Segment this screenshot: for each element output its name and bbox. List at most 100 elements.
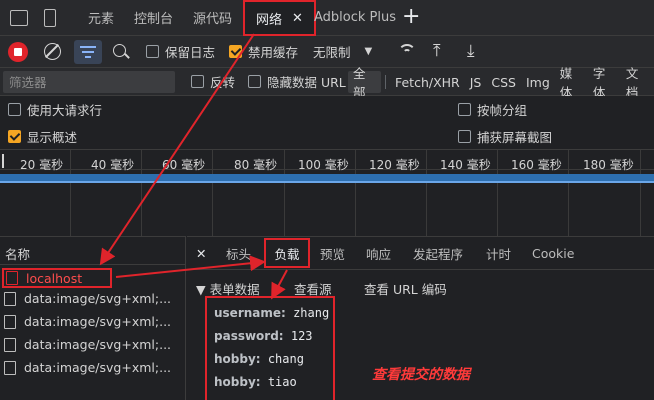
- tab-preview[interactable]: 预览: [320, 236, 345, 270]
- filter-row: 筛选器 反转 隐藏数据 URL 全部 Fetch/XHR JS CSS Img …: [0, 66, 654, 100]
- record-icon[interactable]: [8, 42, 28, 62]
- timeline-tick-label: 160 毫秒: [511, 158, 562, 172]
- checkbox-box[interactable]: [458, 129, 471, 143]
- checkbox-label: 禁用缓存: [248, 45, 299, 60]
- filter-input[interactable]: 筛选器: [3, 70, 175, 93]
- filter-type-css[interactable]: CSS: [486, 75, 521, 90]
- checkbox-label: 反转: [210, 75, 236, 90]
- checkbox-box[interactable]: [458, 102, 471, 116]
- image-file-icon: [4, 360, 16, 375]
- tab-initiator[interactable]: 发起程序: [413, 236, 463, 270]
- tab-label: Adblock Plus: [314, 10, 397, 25]
- form-key: password:: [214, 329, 284, 343]
- list-item[interactable]: data:image/svg+xml;...: [4, 360, 171, 375]
- image-file-icon: [4, 314, 16, 329]
- filter-type-all[interactable]: 全部: [348, 66, 382, 100]
- checkbox-box[interactable]: [229, 45, 242, 58]
- invert-checkbox[interactable]: 反转: [191, 68, 235, 96]
- chevron-down-icon: ▼: [364, 46, 373, 57]
- list-item[interactable]: data:image/svg+xml;...: [4, 314, 171, 329]
- request-name: data:image/svg+xml;...: [24, 360, 172, 375]
- tab-label: 网络: [256, 12, 283, 28]
- image-file-icon: [4, 337, 16, 352]
- request-name: localhost: [26, 270, 83, 286]
- filter-type-js[interactable]: JS: [465, 75, 487, 90]
- close-detail-icon[interactable]: ✕: [196, 236, 206, 270]
- timeline-tick-label: 100 毫秒: [298, 158, 349, 172]
- form-value: chang: [267, 352, 304, 366]
- throttling-value: 无限制: [313, 45, 351, 60]
- divider: [385, 75, 386, 89]
- annotation-text: 查看提交的数据: [372, 367, 470, 383]
- export-har-icon[interactable]: ⤓: [467, 41, 475, 61]
- close-icon[interactable]: ✕: [292, 11, 303, 26]
- name-column-header[interactable]: 名称: [5, 244, 30, 263]
- form-field: hobby: chang: [214, 352, 304, 366]
- checkbox-box[interactable]: [146, 45, 159, 58]
- group-by-frame-checkbox[interactable]: 按帧分组: [458, 96, 527, 122]
- form-field: password: 123: [214, 329, 313, 343]
- resource-type-filters: 全部 Fetch/XHR JS CSS Img 媒体 字体 文档: [348, 66, 654, 100]
- tab-elements[interactable]: 元素: [77, 0, 125, 36]
- timeline-tick-label: 60 毫秒: [162, 158, 206, 172]
- form-value: tiao: [267, 375, 297, 389]
- timeline-handle[interactable]: [2, 154, 4, 168]
- inspect-icon[interactable]: [10, 10, 28, 26]
- tab-label: 控制台: [134, 12, 174, 27]
- tab-cookie[interactable]: Cookie: [532, 236, 574, 270]
- import-har-icon[interactable]: ⤒: [433, 41, 441, 61]
- tab-payload[interactable]: 负载: [264, 238, 310, 268]
- checkbox-box[interactable]: [8, 129, 21, 143]
- show-overview-checkbox[interactable]: 显示概述: [8, 123, 77, 149]
- list-item[interactable]: data:image/svg+xml;...: [4, 337, 171, 352]
- clear-icon[interactable]: [44, 43, 61, 60]
- filter-icon[interactable]: [74, 40, 102, 64]
- list-item-localhost[interactable]: localhost: [2, 268, 112, 288]
- tab-label: 源代码: [193, 12, 233, 27]
- form-value: zhang: [293, 306, 330, 320]
- timeline-tick-label: 180 毫秒: [583, 158, 634, 172]
- checkbox-box[interactable]: [8, 102, 21, 116]
- tab-timing[interactable]: 计时: [486, 236, 511, 270]
- timeline-tick-label: 120 毫秒: [369, 158, 420, 172]
- filter-type-fetch-xhr[interactable]: Fetch/XHR: [390, 75, 465, 90]
- tab-response[interactable]: 响应: [366, 236, 391, 270]
- request-name: data:image/svg+xml;...: [24, 337, 172, 352]
- add-tab-icon[interactable]: +: [402, 4, 420, 29]
- document-icon: [6, 271, 18, 285]
- timeline-tick-label: 40 毫秒: [91, 158, 135, 172]
- checkbox-label: 隐藏数据 URL: [267, 75, 346, 90]
- form-field: username: zhang: [214, 306, 329, 320]
- timeline-request-bar-highlight: [0, 181, 654, 183]
- checkbox-label: 显示概述: [27, 129, 78, 145]
- disable-cache-checkbox[interactable]: 禁用缓存: [229, 36, 298, 68]
- tab-sources[interactable]: 源代码: [182, 0, 243, 36]
- checkbox-label: 保留日志: [165, 45, 216, 60]
- filter-type-img[interactable]: Img: [521, 75, 555, 90]
- checkbox-box[interactable]: [248, 75, 261, 88]
- checkbox-label: 按帧分组: [477, 102, 528, 118]
- big-request-rows-checkbox[interactable]: 使用大请求行: [8, 96, 102, 122]
- list-item[interactable]: data:image/svg+xml;...: [4, 291, 171, 306]
- checkbox-box[interactable]: [191, 75, 204, 88]
- form-field: hobby: tiao: [214, 375, 297, 389]
- device-toolbar-icon[interactable]: [44, 9, 56, 27]
- network-conditions-icon[interactable]: [398, 44, 416, 58]
- form-value: 123: [290, 329, 313, 343]
- timeline-tick-label: 20 毫秒: [20, 158, 64, 172]
- capture-screenshots-checkbox[interactable]: 捕获屏幕截图: [458, 123, 552, 149]
- tab-console[interactable]: 控制台: [123, 0, 184, 36]
- tab-adblock-plus[interactable]: Adblock Plus: [303, 0, 407, 36]
- view-url-encoded-link[interactable]: 查看 URL 编码: [364, 279, 447, 298]
- request-name: data:image/svg+xml;...: [24, 291, 172, 306]
- tab-label: 元素: [88, 12, 115, 27]
- timeline-request-bar: [0, 174, 654, 181]
- form-key: hobby:: [214, 375, 261, 389]
- hide-data-urls-checkbox[interactable]: 隐藏数据 URL: [248, 68, 346, 96]
- form-key: username:: [214, 306, 286, 320]
- form-key: hobby:: [214, 352, 261, 366]
- preserve-log-checkbox[interactable]: 保留日志: [146, 36, 215, 68]
- tab-headers[interactable]: 标头: [226, 236, 251, 270]
- search-icon[interactable]: [113, 44, 130, 59]
- timeline-tick-label: 140 毫秒: [440, 158, 491, 172]
